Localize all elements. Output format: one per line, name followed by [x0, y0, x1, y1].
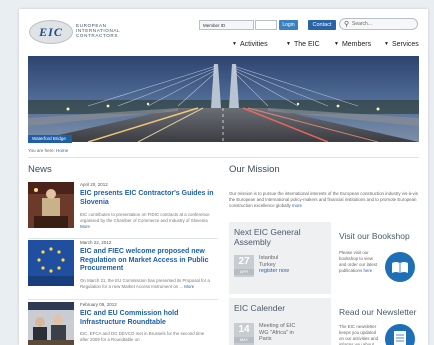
- page: EIC EUROPEAN INTERNATIONAL CONTRACTORS M…: [19, 9, 428, 345]
- hero-image: [28, 56, 419, 142]
- newsletter-text: The EIC newsletter keeps you updated on …: [339, 324, 379, 345]
- logo-mark: EIC: [29, 20, 73, 44]
- member-id-input[interactable]: [255, 20, 277, 30]
- bookshop-here-link[interactable]: here: [363, 268, 372, 273]
- calendar-date-badge: 14 MAY: [234, 323, 254, 345]
- news-divider: [28, 238, 218, 239]
- news-title-link[interactable]: EIC presents EIC Contractor's Guides in …: [80, 190, 218, 207]
- next-assembly-title: Next EIC General Assembly: [234, 227, 301, 247]
- breadcrumb: You are here: Home: [28, 148, 68, 153]
- calendar-event-line-3: Paris: [259, 336, 272, 342]
- mission-more-link[interactable]: more: [292, 203, 302, 208]
- news-item: March 22, 2012 EIC and FIEC welcome prop…: [28, 240, 218, 298]
- news-title-link[interactable]: EIC and FIEC welcome proposed new Regula…: [80, 248, 218, 274]
- logo-text: EUROPEAN INTERNATIONAL CONTRACTORS: [76, 23, 136, 38]
- breadcrumb-home-link[interactable]: Home: [56, 148, 68, 153]
- news-date: April 20, 2012: [80, 182, 108, 187]
- chevron-down-icon: ▼: [232, 41, 237, 47]
- news-divider: [28, 299, 218, 300]
- logo-line-3: CONTRACTORS: [76, 33, 118, 38]
- news-date: February 09, 2012: [80, 302, 117, 307]
- next-assembly-panel: Next EIC General Assembly 27 APR Istanbu…: [229, 222, 331, 294]
- news-excerpt: On March 21, the EU Commission has prese…: [80, 278, 210, 290]
- divider: [28, 157, 419, 158]
- calendar-event-details: Meeting of EIC WG "Africa" in Paris: [259, 323, 295, 343]
- chevron-down-icon: ▼: [334, 41, 339, 47]
- book-icon[interactable]: [385, 252, 415, 282]
- news-excerpt: EIC contributes to presentation on FIDIC…: [80, 212, 210, 230]
- hero-caption: Waterford Bridge: [28, 135, 72, 143]
- news-title-link[interactable]: EIC and EU Commission hold Infrastructur…: [80, 310, 218, 327]
- calendar-title: EIC Calender: [234, 303, 286, 313]
- search-placeholder: Search...: [352, 21, 373, 27]
- news-thumbnail[interactable]: [28, 182, 74, 228]
- chevron-down-icon: ▼: [384, 41, 389, 47]
- newsletter-heading[interactable]: Read our Newsletter: [339, 307, 416, 317]
- calendar-event-line-1: Meeting of EIC: [259, 323, 296, 329]
- nav-item-activities[interactable]: ▼ Activities: [232, 41, 268, 53]
- mission-text: Our mission is to pursue the internation…: [229, 191, 419, 209]
- contact-button[interactable]: Contact: [308, 20, 336, 30]
- news-item: February 09, 2012 EIC and EU Commission …: [28, 302, 218, 345]
- news-more-link[interactable]: More: [80, 224, 90, 229]
- login-button[interactable]: Login: [279, 20, 298, 30]
- register-now-link[interactable]: register now: [259, 268, 289, 275]
- nav-label: The EIC: [293, 41, 320, 48]
- news-excerpt-text: EIC, EFCA and DG DEVCO met in Brussels f…: [80, 331, 205, 342]
- nav-label: Activities: [239, 41, 268, 48]
- news-heading: News: [28, 164, 52, 175]
- calendar-date-badge: 27 APR: [234, 255, 254, 277]
- member-id-label: Member ID: [199, 20, 254, 30]
- calendar-month: MAY: [234, 337, 254, 343]
- bookshop-heading[interactable]: Visit our Bookshop: [339, 231, 410, 241]
- calendar-day: 27: [238, 256, 250, 267]
- news-item: April 20, 2012 EIC presents EIC Contract…: [28, 182, 218, 236]
- calendar-day: 14: [238, 324, 250, 335]
- breadcrumb-prefix: You are here:: [28, 148, 55, 153]
- mission-heading: Our Mission: [229, 164, 280, 175]
- nav-item-members[interactable]: ▼ Members: [334, 41, 371, 53]
- search-input[interactable]: ⚲ Search...: [339, 18, 418, 30]
- news-excerpt-text: EIC contributes to presentation on FIDIC…: [80, 212, 210, 223]
- news-thumbnail[interactable]: [28, 240, 74, 286]
- news-excerpt: EIC, EFCA and DG DEVCO met in Brussels f…: [80, 331, 210, 343]
- news-date: March 22, 2012: [80, 240, 112, 245]
- next-assembly-details: Istanbul Turkey register now: [259, 255, 289, 275]
- chevron-down-icon: ▼: [286, 41, 291, 47]
- newsletter-icon[interactable]: [385, 324, 415, 345]
- news-thumbnail[interactable]: [28, 302, 74, 345]
- calendar-panel: EIC Calender 14 MAY Meeting of EIC WG "A…: [229, 298, 331, 345]
- calendar-month: APR: [234, 269, 254, 275]
- news-more-link[interactable]: More: [184, 284, 194, 289]
- nav-item-the-eic[interactable]: ▼ The EIC: [286, 41, 320, 53]
- nav-label: Members: [341, 41, 372, 48]
- nav-item-services[interactable]: ▼ Services: [384, 41, 419, 53]
- mission-body: Our mission is to pursue the internation…: [229, 191, 418, 208]
- nav-label: Services: [391, 41, 419, 48]
- bookshop-text: Please visit our bookshop to view and or…: [339, 250, 379, 274]
- search-icon: ⚲: [344, 21, 350, 28]
